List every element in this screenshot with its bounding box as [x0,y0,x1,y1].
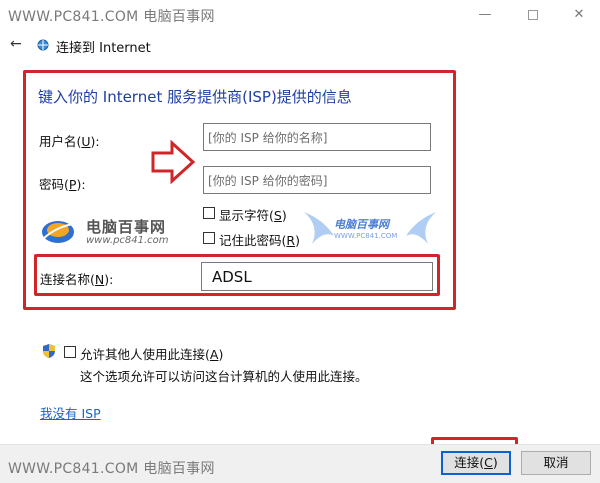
cancel-button[interactable]: 取消 [521,451,591,475]
watermark-text: WWW.PC841.COM 电脑百事网 [8,9,215,25]
connect-button[interactable]: 连接(C) [441,451,511,475]
show-characters-checkbox[interactable] [203,207,215,219]
allow-others-checkbox[interactable] [64,346,76,358]
nav-bar: ← 连接到 Internet [0,33,600,57]
remember-password-label[interactable]: 记住此密码(R) [219,230,300,249]
remember-password-checkbox[interactable] [203,232,215,244]
password-input[interactable]: [你的 ISP 给你的密码] [203,166,431,194]
watermark-logo-right-url: WWW.PC841.COM [334,232,398,240]
network-icon [37,39,49,51]
username-input[interactable]: [你的 ISP 给你的名称] [203,123,431,151]
minimize-button[interactable]: — [462,0,508,30]
allow-others-label[interactable]: 允许其他人使用此连接(A) [80,344,223,363]
arrow-pointer-icon [151,140,196,184]
page-title: 连接到 Internet [56,41,151,56]
section-heading: 键入你的 Internet 服务提供商(ISP)提供的信息 [38,88,352,106]
back-arrow-icon[interactable]: ← [10,36,22,52]
watermark-logo-right-text: 电脑百事网 [334,218,389,231]
uac-shield-icon [43,344,55,358]
connection-name-label: 连接名称(N): [40,272,114,287]
password-label: 密码(P): [39,177,86,192]
maximize-button[interactable] [510,0,556,30]
watermark-text-bottom: WWW.PC841.COM 电脑百事网 [8,461,215,477]
watermark-logo-left-text: 电脑百事网 [86,218,167,236]
no-isp-link[interactable]: 我没有 ISP [40,403,101,422]
watermark-logo-left-url: www.pc841.com [86,235,169,246]
allow-others-description: 这个选项允许可以访问这台计算机的人使用此连接。 [80,369,368,384]
close-button[interactable]: ✕ [556,0,600,30]
connection-name-input[interactable]: ADSL [201,262,433,291]
maximize-icon [528,9,538,20]
username-label: 用户名(U): [39,134,100,149]
show-characters-label[interactable]: 显示字符(S) [219,205,287,224]
